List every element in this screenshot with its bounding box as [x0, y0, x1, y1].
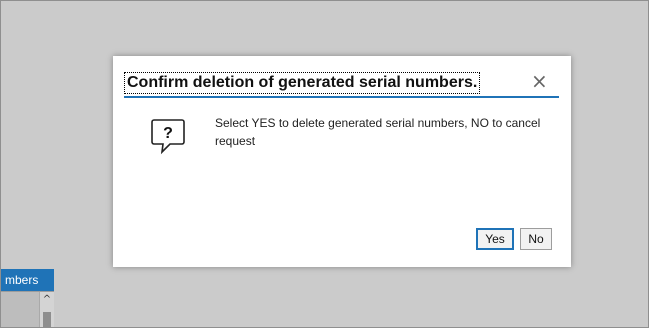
- background-scrollbar[interactable]: ^: [40, 292, 54, 327]
- no-button[interactable]: No: [520, 228, 552, 250]
- question-icon-graphic: ?: [151, 119, 185, 155]
- background-list: ^: [1, 291, 54, 327]
- scrollbar-thumb[interactable]: [43, 312, 51, 327]
- background-tab-serial-numbers[interactable]: mbers: [1, 269, 54, 291]
- confirm-dialog: Confirm deletion of generated serial num…: [113, 56, 571, 267]
- title-divider: [124, 96, 559, 98]
- yes-button[interactable]: Yes: [476, 228, 514, 250]
- close-icon[interactable]: ×: [531, 70, 548, 92]
- question-icon-glyph: ?: [163, 125, 173, 142]
- dialog-message: Select YES to delete generated serial nu…: [215, 116, 541, 148]
- question-icon: ?: [150, 117, 186, 155]
- scroll-up-arrow-icon[interactable]: ^: [40, 295, 54, 305]
- background-list-content: [1, 292, 40, 327]
- dialog-title: Confirm deletion of generated serial num…: [124, 72, 481, 94]
